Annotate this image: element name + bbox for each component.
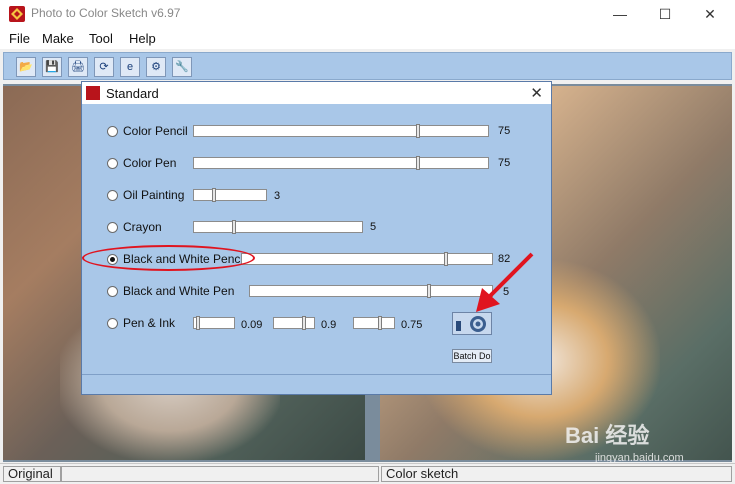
radio-bw-pen[interactable]: [107, 286, 118, 297]
radio-oil-painting[interactable]: [107, 190, 118, 201]
status-spacer: [61, 466, 379, 482]
option-value: 5: [370, 221, 377, 233]
crayon-slider[interactable]: [193, 220, 363, 234]
slider-thumb[interactable]: [196, 316, 200, 330]
radio-color-pencil[interactable]: [107, 126, 118, 137]
arrow-pointer-icon: [476, 252, 534, 312]
option-value: 0.09: [241, 319, 263, 331]
option-value: 0.9: [321, 319, 337, 331]
status-original: Original: [3, 466, 61, 482]
option-label: Color Pencil: [123, 124, 188, 138]
menu-make[interactable]: Make: [42, 31, 74, 46]
open-icon[interactable]: 📂: [16, 57, 36, 77]
dialog-logo-icon: [86, 86, 100, 100]
print-icon[interactable]: 🖨: [68, 57, 88, 77]
radio-crayon[interactable]: [107, 222, 118, 233]
color-pencil-slider[interactable]: [193, 124, 489, 138]
status-sketch: Color sketch: [381, 466, 732, 482]
title-bar: Photo to Color Sketch v6.97 — ☐ ✕: [0, 0, 735, 28]
standard-dialog: Standard ✕ Color Pencil 75 Color Pen 75 …: [81, 81, 552, 395]
option-label: Color Pen: [123, 156, 177, 170]
convert-icon[interactable]: ⟳: [94, 57, 114, 77]
option-label: Pen & Ink: [123, 316, 176, 330]
dialog-title-bar: Standard ✕: [82, 82, 551, 104]
slider-thumb[interactable]: [427, 284, 431, 298]
option-label: Crayon: [123, 220, 162, 234]
batch-do-button[interactable]: Batch Do: [452, 349, 492, 363]
menu-tool[interactable]: Tool: [89, 31, 113, 46]
bw-pencil-slider[interactable]: [241, 252, 493, 266]
toolbar: 📂 💾 🖨 ⟳ e ⚙ 🔧: [3, 52, 732, 80]
maximize-button[interactable]: ☐: [655, 4, 675, 24]
slider-thumb[interactable]: [378, 316, 382, 330]
option-value: 3: [274, 190, 281, 202]
menu-help[interactable]: Help: [129, 31, 156, 46]
window-title: Photo to Color Sketch v6.97: [31, 6, 181, 20]
dialog-close-button[interactable]: ✕: [530, 84, 543, 102]
slider-thumb[interactable]: [444, 252, 448, 266]
dialog-divider: [82, 374, 551, 375]
slider-thumb[interactable]: [232, 220, 236, 234]
minimize-button[interactable]: —: [610, 4, 630, 24]
oil-painting-slider[interactable]: [193, 188, 267, 202]
web-icon[interactable]: e: [120, 57, 140, 77]
app-logo-icon: [9, 6, 25, 22]
dialog-title: Standard: [106, 86, 159, 101]
color-pen-slider[interactable]: [193, 156, 489, 170]
slider-thumb[interactable]: [416, 156, 420, 170]
slider-thumb[interactable]: [212, 188, 216, 202]
slider-thumb[interactable]: [416, 124, 420, 138]
tool-icon[interactable]: 🔧: [172, 57, 192, 77]
highlight-ellipse: [82, 245, 255, 271]
settings-icon[interactable]: ⚙: [146, 57, 166, 77]
radio-color-pen[interactable]: [107, 158, 118, 169]
option-value: 75: [498, 157, 511, 169]
slider-thumb[interactable]: [302, 316, 306, 330]
bw-pen-slider[interactable]: [249, 284, 493, 298]
radio-pen-ink[interactable]: [107, 318, 118, 329]
option-value: 0.75: [401, 319, 423, 331]
menu-bar: File Make Tool Help: [0, 28, 735, 49]
close-button[interactable]: ✕: [700, 4, 720, 24]
status-bar: Original Color sketch: [0, 463, 735, 484]
pen-ink-slider-2[interactable]: [273, 316, 315, 330]
watermark-logo: Bai 经验: [565, 423, 650, 448]
option-label: Black and White Pen: [123, 284, 235, 298]
pen-ink-slider-3[interactable]: [353, 316, 395, 330]
pen-ink-slider-1[interactable]: [193, 316, 235, 330]
menu-file[interactable]: File: [9, 31, 30, 46]
save-icon[interactable]: 💾: [42, 57, 62, 77]
option-label: Oil Painting: [123, 188, 185, 202]
option-value: 75: [498, 125, 511, 137]
